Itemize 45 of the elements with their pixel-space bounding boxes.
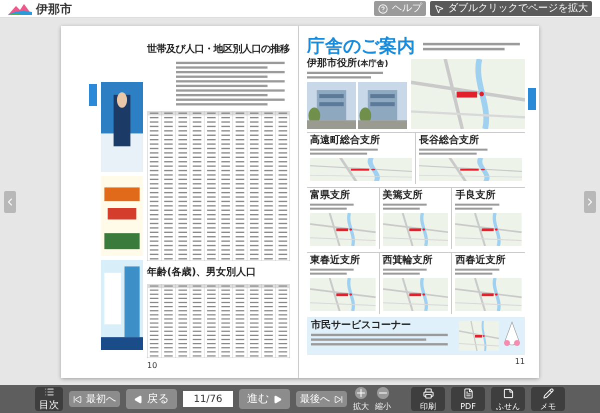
branch-name: 長谷総合支所 bbox=[419, 136, 480, 146]
page-number: 11 bbox=[514, 358, 525, 366]
branch-name: 高遠町総合支所 bbox=[310, 136, 381, 146]
page-number-field[interactable]: 11/76 bbox=[183, 391, 233, 407]
branch-name: 美篶支所 bbox=[382, 190, 424, 200]
tool-button[interactable]: PDF bbox=[451, 387, 485, 411]
branch-name: 西箕輪支所 bbox=[382, 256, 434, 266]
printer-icon bbox=[422, 388, 434, 398]
zoom-in-button[interactable]: 拡大 bbox=[353, 387, 369, 411]
branch-name: 手良支所 bbox=[455, 190, 496, 200]
page-heading: 年齢(各歳)、男女別人口 bbox=[147, 266, 258, 280]
zoom-out-button[interactable]: 縮小 bbox=[375, 387, 391, 411]
page-number: 10 bbox=[147, 362, 158, 370]
text-lines-drawing bbox=[310, 202, 356, 210]
service-corner-name: 市民サービスコーナー bbox=[311, 320, 412, 330]
document-icon bbox=[462, 388, 474, 398]
tool-button[interactable]: メモ bbox=[531, 387, 565, 411]
branch-name: 東春近支所 bbox=[310, 256, 361, 266]
branch-name: 富県支所 bbox=[310, 190, 351, 200]
tool-button[interactable]: ふせん bbox=[491, 387, 525, 411]
right-triangle-icon bbox=[273, 394, 282, 404]
skip-forward-icon bbox=[334, 394, 343, 404]
sticky-note-icon bbox=[502, 388, 514, 398]
mouse-icon bbox=[434, 4, 444, 14]
text-lines-drawing bbox=[382, 268, 429, 276]
left-triangle-icon bbox=[134, 394, 143, 404]
logo-icon bbox=[8, 2, 32, 14]
text-lines-drawing bbox=[310, 268, 356, 276]
zoom-hint-button[interactable]: ダブルクリックでページを拡大 bbox=[430, 1, 592, 16]
text-lines-drawing bbox=[455, 268, 502, 276]
page-title: 庁舎のご案内 bbox=[307, 38, 415, 56]
skip-back-icon bbox=[73, 394, 82, 404]
page-heading: 世帯及び人口・地区別人口の推移 bbox=[147, 42, 290, 56]
minus-icon bbox=[377, 387, 389, 399]
office-name: 伊那市役所(本庁舎) bbox=[307, 58, 390, 68]
mascot-drawing bbox=[503, 320, 521, 348]
plus-icon bbox=[355, 387, 367, 399]
pencil-icon bbox=[542, 388, 554, 398]
branch-name: 西春近支所 bbox=[455, 256, 506, 266]
tool-button[interactable]: 印刷 bbox=[411, 387, 445, 411]
help-icon bbox=[378, 4, 388, 14]
text-lines-drawing bbox=[382, 202, 429, 210]
logo-text: 伊那市 bbox=[36, 0, 72, 18]
text-lines-drawing bbox=[455, 202, 502, 210]
toc-button[interactable]: 目次 bbox=[35, 387, 63, 411]
